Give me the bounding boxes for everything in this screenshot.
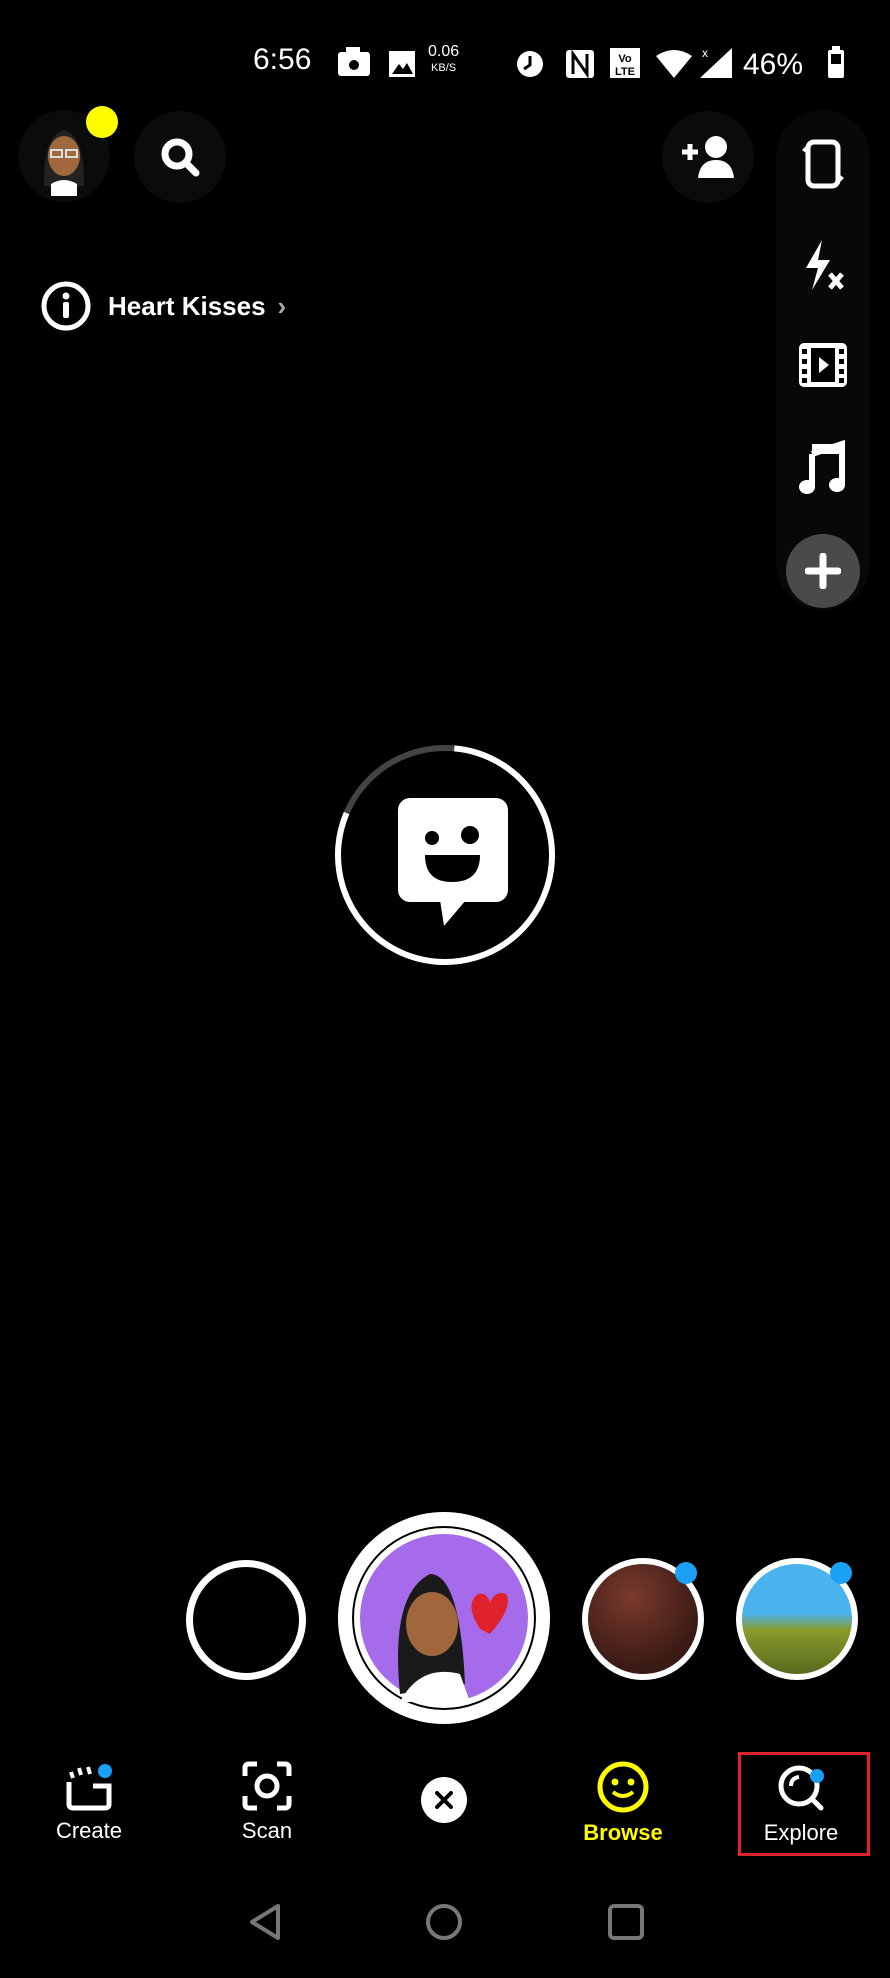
nav-scan[interactable]: Scan xyxy=(202,1760,332,1844)
volte-icon: VoLTE xyxy=(610,48,640,78)
flash-off-icon xyxy=(806,240,844,290)
add-friend-button[interactable] xyxy=(662,111,754,203)
flip-camera-icon xyxy=(802,139,844,189)
music-button[interactable] xyxy=(776,440,870,496)
close-icon xyxy=(435,1791,453,1809)
clock: 6:56 xyxy=(253,43,312,76)
lens-loading-indicator[interactable] xyxy=(330,740,560,970)
svg-text:LTE: LTE xyxy=(615,66,635,78)
smiley-icon xyxy=(597,1761,649,1813)
capture-button[interactable] xyxy=(186,1560,306,1680)
svg-text:Vo: Vo xyxy=(618,53,632,65)
nav-explore[interactable]: Explore xyxy=(736,1760,866,1846)
notification-dot xyxy=(98,1764,112,1778)
net-speed: 0.06 KB/S xyxy=(428,43,460,75)
video-icon xyxy=(799,343,847,387)
search-icon xyxy=(161,138,200,177)
nav-create[interactable]: Create xyxy=(24,1760,154,1844)
new-lens-dot xyxy=(675,1562,697,1584)
bitmoji-lens-thumbnail xyxy=(360,1534,528,1702)
nfc-icon xyxy=(566,49,594,79)
home-button xyxy=(426,1904,462,1940)
more-tools-button[interactable] xyxy=(776,534,870,608)
search-button[interactable] xyxy=(134,111,226,203)
status-bar: 6:56 xyxy=(253,40,311,80)
chevron-right-icon: › xyxy=(277,290,287,321)
camera-icon xyxy=(338,47,370,76)
lens-name: Heart Kisses xyxy=(108,290,266,321)
scan-icon xyxy=(242,1761,292,1811)
nav-browse[interactable]: Browse xyxy=(558,1760,688,1846)
video-button[interactable] xyxy=(776,340,870,390)
notification-dot xyxy=(86,106,118,138)
battery-icon xyxy=(828,46,844,78)
music-icon xyxy=(799,440,845,494)
wifi-icon xyxy=(656,50,692,78)
add-friend-icon xyxy=(682,136,734,178)
flip-camera-button[interactable] xyxy=(776,136,870,192)
recents-button xyxy=(608,1904,644,1940)
back-button xyxy=(250,1904,280,1940)
bitmoji-chat-icon xyxy=(398,798,508,926)
status-icons: VoLTE x 46% xyxy=(338,46,844,80)
lens-info-button[interactable]: Heart Kisses › xyxy=(40,280,286,332)
info-icon xyxy=(41,281,91,331)
explore-icon xyxy=(778,1765,824,1811)
system-nav-bar xyxy=(250,1904,644,1940)
alarm-icon xyxy=(517,51,543,77)
flash-button[interactable] xyxy=(776,238,870,294)
svg-text:x: x xyxy=(702,46,708,60)
gallery-icon xyxy=(389,51,415,77)
plus-icon xyxy=(805,553,841,589)
close-lens-button[interactable] xyxy=(421,1777,467,1823)
notification-dot xyxy=(810,1769,824,1783)
active-lens-button[interactable] xyxy=(338,1512,550,1724)
battery-text: 46% xyxy=(743,48,803,80)
new-lens-dot xyxy=(830,1562,852,1584)
right-toolbar xyxy=(776,110,870,610)
